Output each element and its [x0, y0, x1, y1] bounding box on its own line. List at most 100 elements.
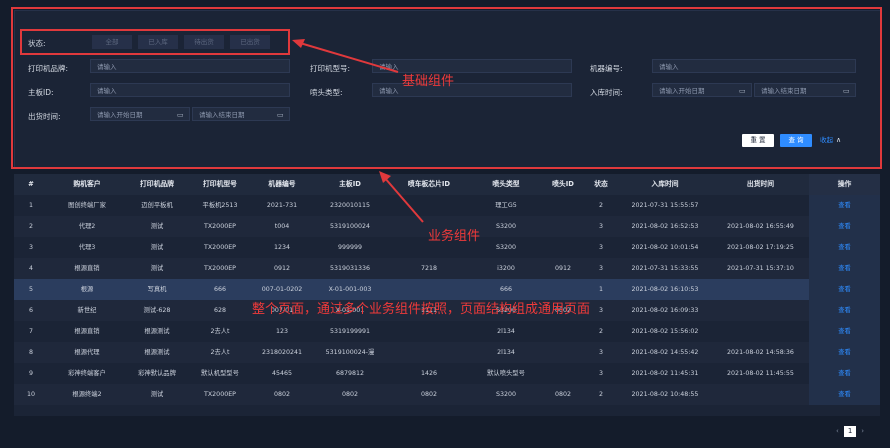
table-cell: 2021-07-31 15:33:55	[631, 265, 699, 272]
view-link[interactable]: 查看	[809, 195, 880, 216]
table-cell: 123	[275, 328, 289, 335]
table-row[interactable]: 8 根源代理 根源测试 2去人t 2318020241 5319100024-漫 2l134…	[14, 342, 880, 363]
table-cell: 2l134	[497, 328, 515, 335]
table-cell: 平板机2513	[202, 202, 238, 209]
table-cell: 1	[28, 202, 33, 209]
table-cell: 默认机型型号	[201, 370, 239, 377]
table-cell: 0802	[554, 391, 572, 398]
table-cell: 2318020241	[261, 349, 303, 356]
table-cell: S3200	[495, 391, 517, 398]
table-cell: 5319031336	[329, 265, 371, 272]
table-row[interactable]: 4 根源直销 测试 TX2000EP 0912 5319031336 7218 i3200 09…	[14, 258, 880, 279]
table-cell: 根源代理	[74, 349, 100, 356]
table-cell	[542, 321, 584, 342]
table-cell: 2021-08-02 15:56:02	[631, 328, 699, 335]
table-cell: 代理3	[78, 244, 96, 251]
table-header: # 购机客户 打印机品牌 打印机型号 机器编号 主板ID 喷车板芯片ID 喷头类型 喷头ID 状态…	[14, 174, 880, 195]
view-link[interactable]: 查看	[809, 216, 880, 237]
table-cell: 666	[499, 286, 513, 293]
table-cell: 0802	[273, 391, 291, 398]
prev-page-button[interactable]: ‹	[836, 427, 839, 435]
table-cell: 6	[28, 307, 33, 314]
table-cell: 2021-07-31 15:37:10	[727, 265, 794, 272]
table-cell: X-01-001-003	[328, 286, 372, 293]
table-cell: 7218	[420, 265, 438, 272]
table-cell: 2去人t	[210, 328, 230, 335]
table-cell: TX2000EP	[204, 223, 236, 230]
table-cell: 2021-08-02 11:45:31	[631, 370, 699, 377]
view-link[interactable]: 查看	[809, 279, 880, 300]
column-header: 购机客户	[73, 180, 101, 188]
column-header: 主板ID	[339, 180, 361, 188]
table-row[interactable]: 5 根源 写真机 666 007-01-0202 X-01-001-003 666 1 2021…	[14, 279, 880, 300]
table-cell: 4	[28, 265, 33, 272]
table-cell: 7	[28, 328, 33, 335]
table-cell: 2021-08-02 16:10:53	[631, 286, 699, 293]
table-row[interactable]: 10 根源终端2 测试 TX2000EP 0802 0802 0802 S3200 0802 2 2…	[14, 384, 880, 405]
table-cell: 5319100024-漫	[325, 349, 375, 356]
table-cell: 2	[598, 328, 603, 335]
table-cell: S3200	[495, 244, 517, 251]
table-cell: 2021-08-02 17:19:25	[727, 244, 794, 251]
table-cell: 5	[28, 286, 33, 293]
column-header: 打印机型号	[203, 180, 237, 188]
table-cell: 2021-08-02 10:01:54	[631, 244, 699, 251]
table-cell	[388, 342, 470, 363]
table-cell: 默认喷头型号	[487, 370, 525, 377]
table-cell	[542, 237, 584, 258]
table-cell: 2021-08-02 16:09:33	[631, 307, 699, 314]
table-cell: 3	[598, 244, 603, 251]
table-cell: 999999	[337, 244, 363, 251]
table-cell	[712, 321, 809, 342]
view-link[interactable]: 查看	[809, 342, 880, 363]
table-cell: 0912	[273, 265, 291, 272]
view-link[interactable]: 查看	[809, 363, 880, 384]
column-header: #	[28, 180, 34, 188]
view-link[interactable]: 查看	[809, 300, 880, 321]
table-cell: 代理2	[78, 223, 96, 230]
table-cell: 3	[598, 370, 603, 377]
data-table: # 购机客户 打印机品牌 打印机型号 机器编号 主板ID 喷车板芯片ID 喷头类型 喷头ID 状态…	[14, 174, 880, 416]
table-cell: TX2000EP	[204, 244, 236, 251]
table-cell: S3200	[495, 223, 517, 230]
table-cell: 彩神终端客户	[68, 370, 106, 377]
column-header: 操作	[837, 180, 852, 188]
view-link[interactable]: 查看	[809, 237, 880, 258]
table-cell	[388, 279, 470, 300]
table-row[interactable]: 9 彩神终端客户 彩神默认品牌 默认机型型号 45465 6879812 1426 默认喷头型…	[14, 363, 880, 384]
table-cell: 根源	[80, 286, 94, 293]
table-cell: 迈创平板机	[141, 202, 173, 209]
table-cell: 45465	[271, 370, 293, 377]
table-cell	[712, 384, 809, 405]
table-cell: 3	[598, 265, 603, 272]
table-cell: 0802	[341, 391, 359, 398]
table-cell: 图创终端厂家	[68, 202, 106, 209]
table-cell: 彩神默认品牌	[138, 370, 176, 377]
next-page-button[interactable]: ›	[861, 427, 864, 435]
table-row[interactable]: 7 根源直销 根源测试 2去人t 123 5319199991 2l134 2 2021-08-…	[14, 321, 880, 342]
table-cell: 1426	[420, 370, 438, 377]
current-page-button[interactable]: 1	[844, 426, 857, 437]
column-header: 出货时间	[746, 180, 775, 188]
table-cell	[712, 195, 809, 216]
table-cell: 写真机	[147, 286, 167, 293]
table-cell: 1	[598, 286, 603, 293]
table-cell: 5319199991	[329, 328, 371, 335]
table-cell: 测试	[150, 244, 164, 251]
column-header: 喷头类型	[492, 180, 520, 188]
column-header: 入库时间	[651, 180, 679, 188]
table-cell: 测试	[150, 265, 164, 272]
view-link[interactable]: 查看	[809, 384, 880, 405]
table-cell	[542, 279, 584, 300]
table-cell	[542, 195, 584, 216]
table-cell: t004	[274, 223, 290, 230]
column-header: 喷车板芯片ID	[407, 180, 451, 188]
view-link[interactable]: 查看	[809, 321, 880, 342]
table-cell: 根源直销	[74, 265, 100, 272]
table-cell: 9	[28, 370, 33, 377]
table-row[interactable]: 1 图创终端厂家 迈创平板机 平板机2513 2021-731 2320010115 理工G…	[14, 195, 880, 216]
view-link[interactable]: 查看	[809, 258, 880, 279]
table-cell: 新世纪	[77, 307, 97, 314]
table-cell: 理工G5	[495, 202, 517, 209]
annotation-page-note: 整个页面，通过多个业务组件按照，页面结构组成通用页面	[252, 302, 591, 317]
